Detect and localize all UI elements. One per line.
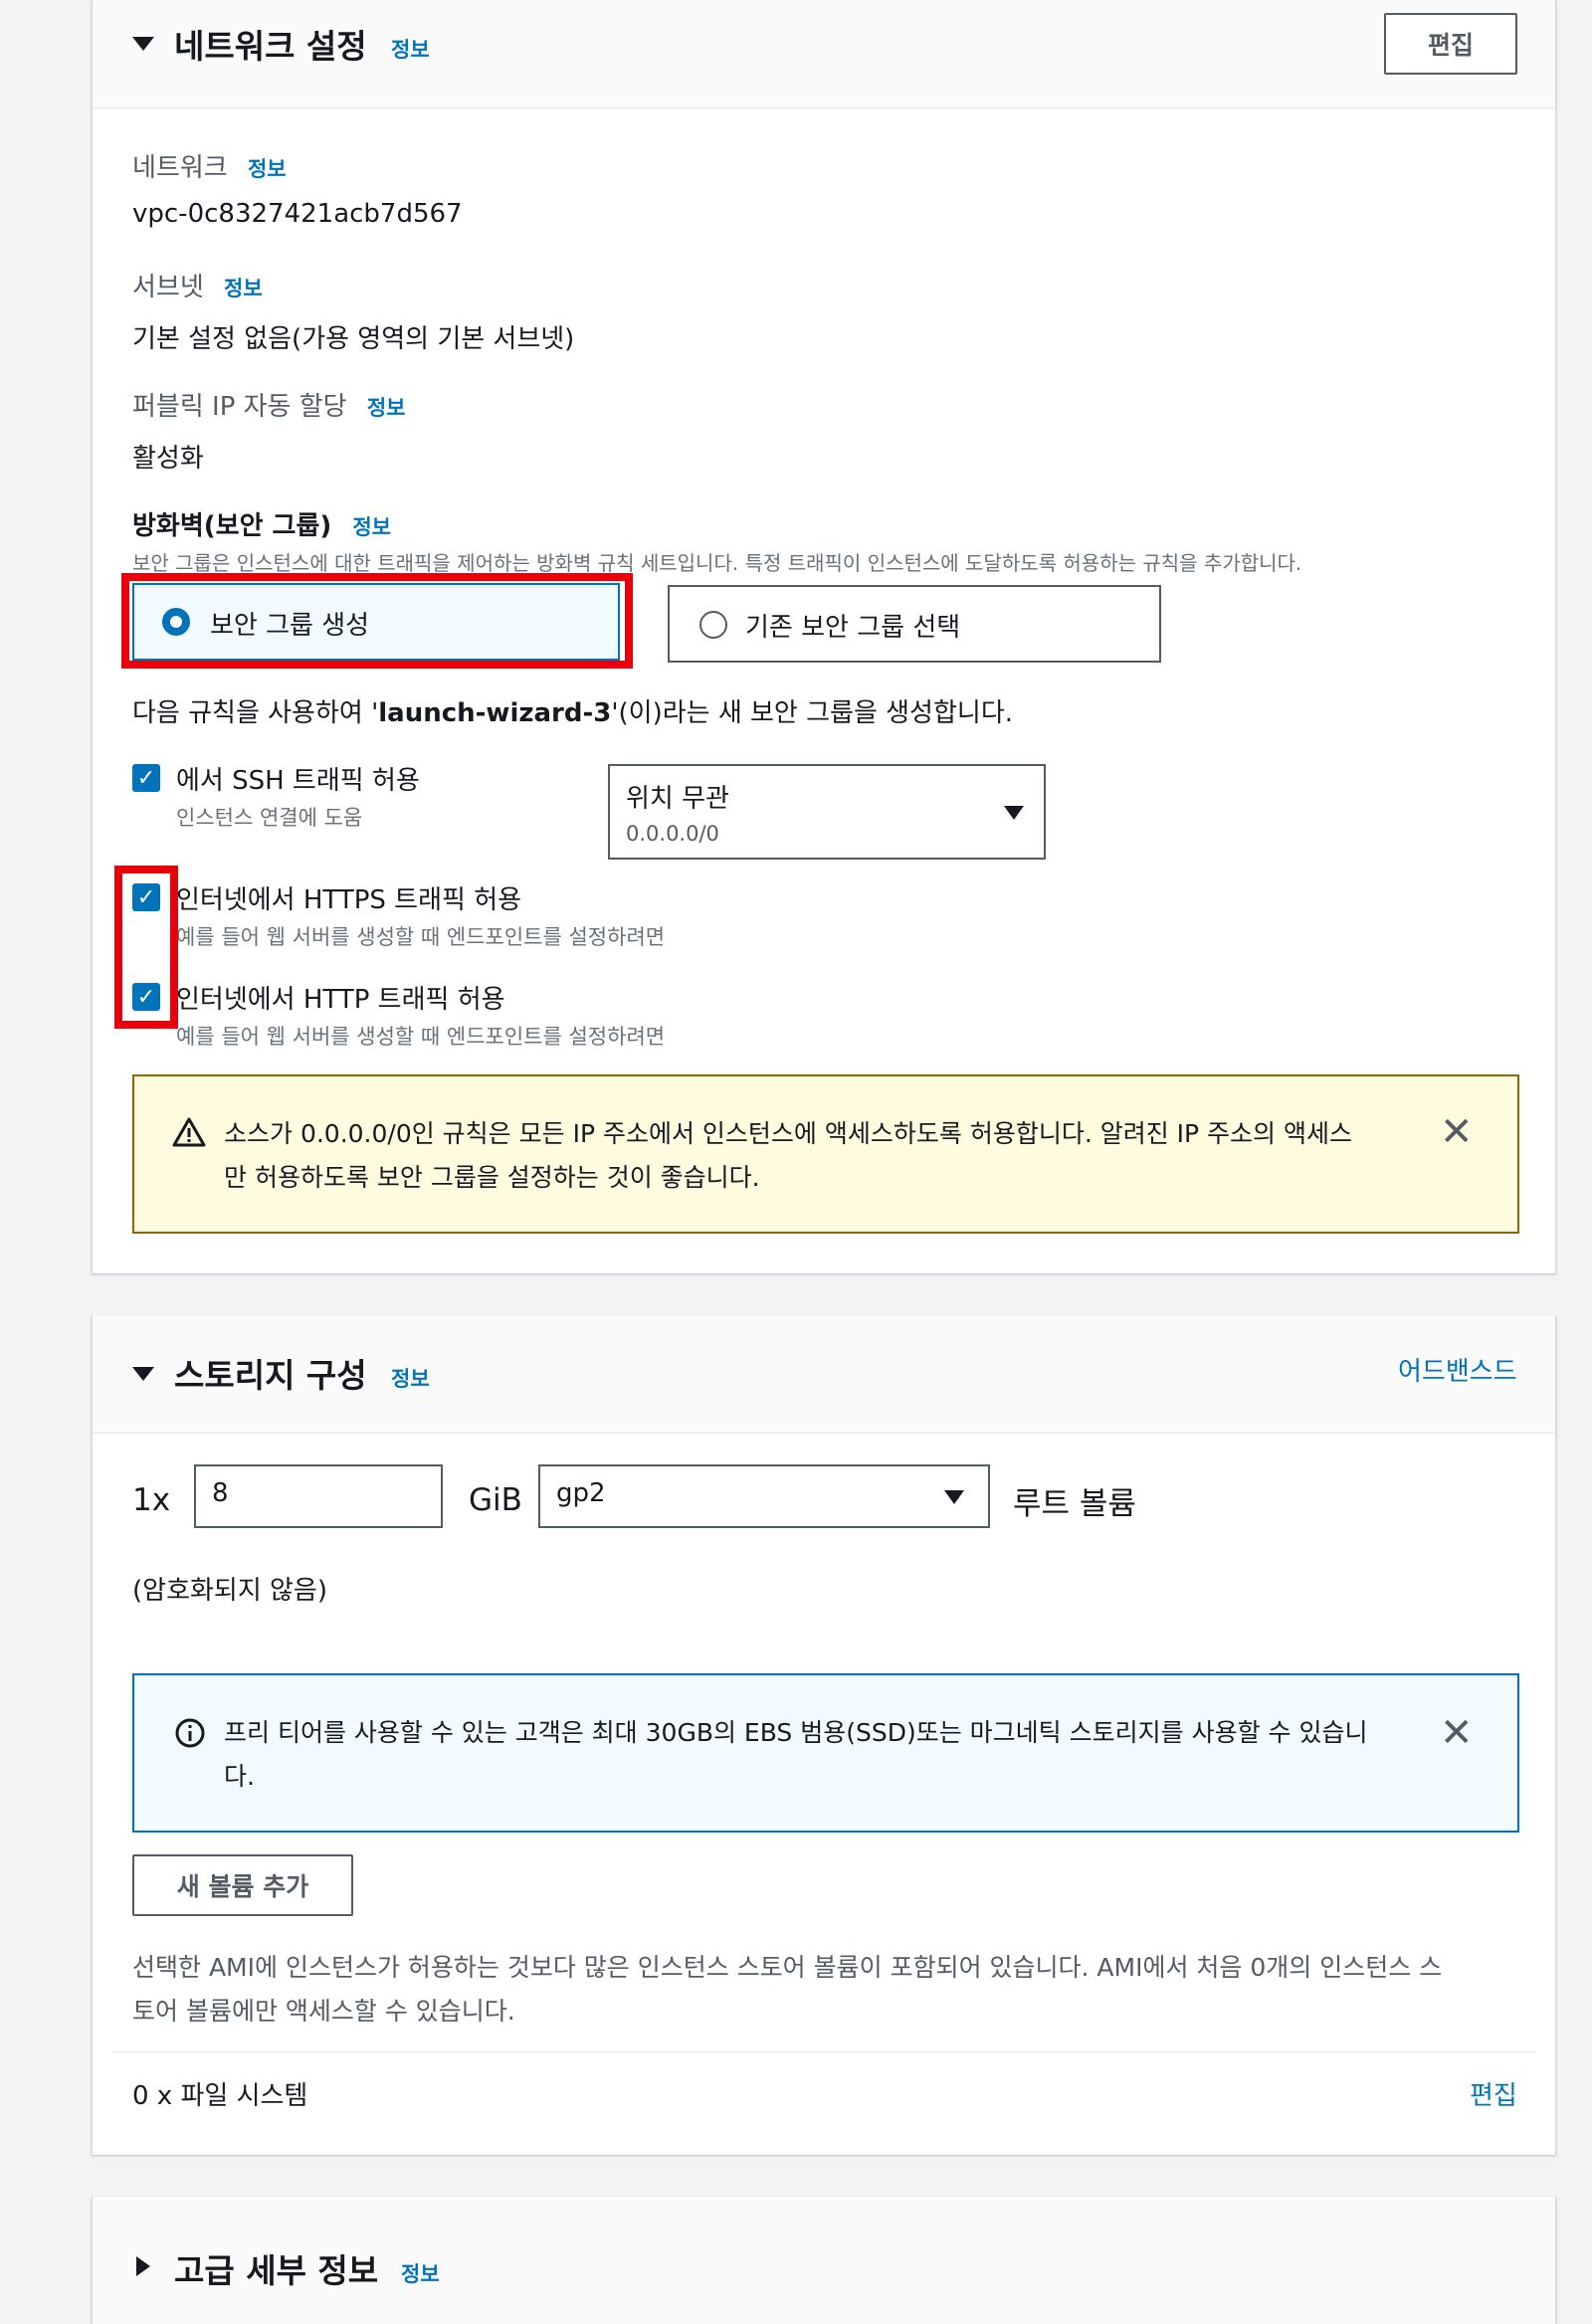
rule-intro-text: 다음 규칙을 사용하여 'launch-wizard-3'(이)라는 새 보안 …: [132, 692, 1013, 729]
info-text-line1: 프리 티어를 사용할 수 있는 고객은 최대 30GB의 EBS 범용(SSD)…: [224, 1718, 1368, 1747]
edit-button[interactable]: 편집: [1384, 13, 1517, 75]
rule-intro-suffix: '(이)라는 새 보안 그룹을 생성합니다.: [611, 698, 1013, 728]
info-icon: [175, 1718, 205, 1748]
rule-intro-prefix: 다음 규칙을 사용하여 ': [132, 698, 379, 728]
source-select-value: 0.0.0.0/0: [626, 822, 719, 846]
public-ip-label: 퍼블릭 IP 자동 할당 정보: [132, 386, 406, 423]
storage-header: 스토리지 구성 정보 어드밴스드: [93, 1315, 1555, 1434]
chevron-down-icon[interactable]: [944, 1490, 964, 1504]
info-link[interactable]: 정보: [391, 34, 430, 64]
info-link[interactable]: 정보: [391, 1363, 430, 1393]
http-label: 인터넷에서 HTTP 트래픽 허용: [176, 985, 505, 1015]
firewall-description: 보안 그룹은 인스턴스에 대한 트래픽을 제어하는 방화벽 규칙 세트입니다. …: [132, 551, 1302, 575]
security-group-name: launch-wizard-3: [378, 698, 612, 728]
subnet-label: 서브넷 정보: [132, 267, 263, 303]
filesystem-label: 0 x 파일 시스템: [132, 2081, 308, 2111]
subnet-value: 기본 설정 없음(가용 영역의 기본 서브넷): [132, 324, 575, 354]
info-link[interactable]: 정보: [352, 515, 391, 539]
http-help: 예를 들어 웹 서버를 생성할 때 엔드포인트를 설정하려면: [176, 1025, 666, 1049]
root-volume-label: 루트 볼륨: [1013, 1486, 1136, 1522]
info-link[interactable]: 정보: [401, 2258, 440, 2288]
advanced-details-panel: 고급 세부 정보 정보: [92, 2197, 1556, 2324]
close-icon[interactable]: ✕: [1440, 1112, 1474, 1152]
chevron-down-icon[interactable]: [1004, 806, 1024, 820]
volume-size-value: 8: [212, 1478, 229, 1508]
warning-text-line1: 소스가 0.0.0.0/0인 규칙은 모든 IP 주소에서 인스턴스에 액세스하…: [224, 1119, 1353, 1148]
warning-text-line2: 만 허용하도록 보안 그룹을 설정하는 것이 좋습니다.: [224, 1163, 760, 1192]
https-help: 예를 들어 웹 서버를 생성할 때 엔드포인트를 설정하려면: [176, 925, 666, 949]
info-link[interactable]: 정보: [248, 157, 287, 181]
select-existing-security-group-label: 기존 보안 그룹 선택: [745, 613, 961, 643]
collapse-caret-icon[interactable]: [132, 1367, 154, 1381]
https-label: 인터넷에서 HTTPS 트래픽 허용: [176, 885, 522, 915]
firewall-label: 방화벽(보안 그룹) 정보: [132, 505, 391, 542]
network-settings-panel: 네트워크 설정 정보 편집 네트워크 정보 vpc-0c8327421acb7d…: [92, 0, 1556, 1273]
info-text-line2: 다.: [224, 1762, 255, 1791]
ssh-label: 에서 SSH 트래픽 허용: [176, 766, 420, 796]
info-link[interactable]: 정보: [224, 277, 263, 300]
filesystem-edit-link[interactable]: 편집: [1470, 2075, 1517, 2112]
warning-icon: [172, 1117, 206, 1147]
volume-unit: GiB: [469, 1482, 522, 1518]
subnet-label-text: 서브넷: [132, 273, 204, 302]
section-title: 네트워크 설정: [174, 27, 367, 66]
select-existing-security-group-option[interactable]: 기존 보안 그룹 선택: [668, 585, 1161, 663]
add-volume-button[interactable]: 새 볼륨 추가: [132, 1854, 353, 1916]
section-title: 고급 세부 정보: [174, 2251, 379, 2290]
volume-type-select[interactable]: gp2: [538, 1464, 990, 1528]
ami-note-line2: 토어 볼륨에만 액세스할 수 있습니다.: [132, 1997, 515, 2026]
public-ip-label-text: 퍼블릭 IP 자동 할당: [132, 392, 347, 422]
info-link[interactable]: 정보: [367, 396, 406, 420]
source-select[interactable]: 위치 무관 0.0.0.0/0: [608, 764, 1046, 860]
collapse-caret-icon[interactable]: [132, 37, 154, 51]
network-value: vpc-0c8327421acb7d567: [132, 199, 463, 229]
network-settings-header: 네트워크 설정 정보 편집: [93, 0, 1555, 108]
source-select-label: 위치 무관: [626, 784, 729, 814]
divider: [112, 2051, 1535, 2052]
encryption-note: (암호화되지 않음): [132, 1576, 327, 1606]
expand-caret-icon[interactable]: [136, 2256, 150, 2276]
ami-note-line1: 선택한 AMI에 인스턴스가 허용하는 것보다 많은 인스턴스 스토어 볼륨이 …: [132, 1953, 1443, 1982]
firewall-label-text: 방화벽(보안 그룹): [132, 511, 332, 541]
highlight-box: [121, 573, 633, 669]
ssh-checkbox[interactable]: ✓: [132, 764, 160, 792]
volume-type-value: gp2: [556, 1478, 606, 1508]
advanced-link[interactable]: 어드밴스드: [1398, 1351, 1517, 1388]
network-label: 네트워크 정보: [132, 147, 287, 184]
section-title: 스토리지 구성: [174, 1356, 367, 1395]
highlight-box: [114, 866, 178, 1029]
volume-size-input[interactable]: 8: [194, 1464, 443, 1528]
ssh-help: 인스턴스 연결에 도움: [176, 806, 363, 830]
close-icon[interactable]: ✕: [1440, 1713, 1474, 1753]
volume-multiplier: 1x: [132, 1482, 171, 1518]
network-label-text: 네트워크: [132, 153, 228, 183]
public-ip-value: 활성화: [132, 444, 204, 474]
storage-panel: 스토리지 구성 정보 어드밴스드 1x 8 GiB gp2 루트 볼륨 (암호화…: [92, 1315, 1556, 2155]
radio-unselected-icon[interactable]: [699, 611, 727, 639]
warning-alert: 소스가 0.0.0.0/0인 규칙은 모든 IP 주소에서 인스턴스에 액세스하…: [132, 1074, 1519, 1234]
info-alert: 프리 티어를 사용할 수 있는 고객은 최대 30GB의 EBS 범용(SSD)…: [132, 1673, 1519, 1833]
